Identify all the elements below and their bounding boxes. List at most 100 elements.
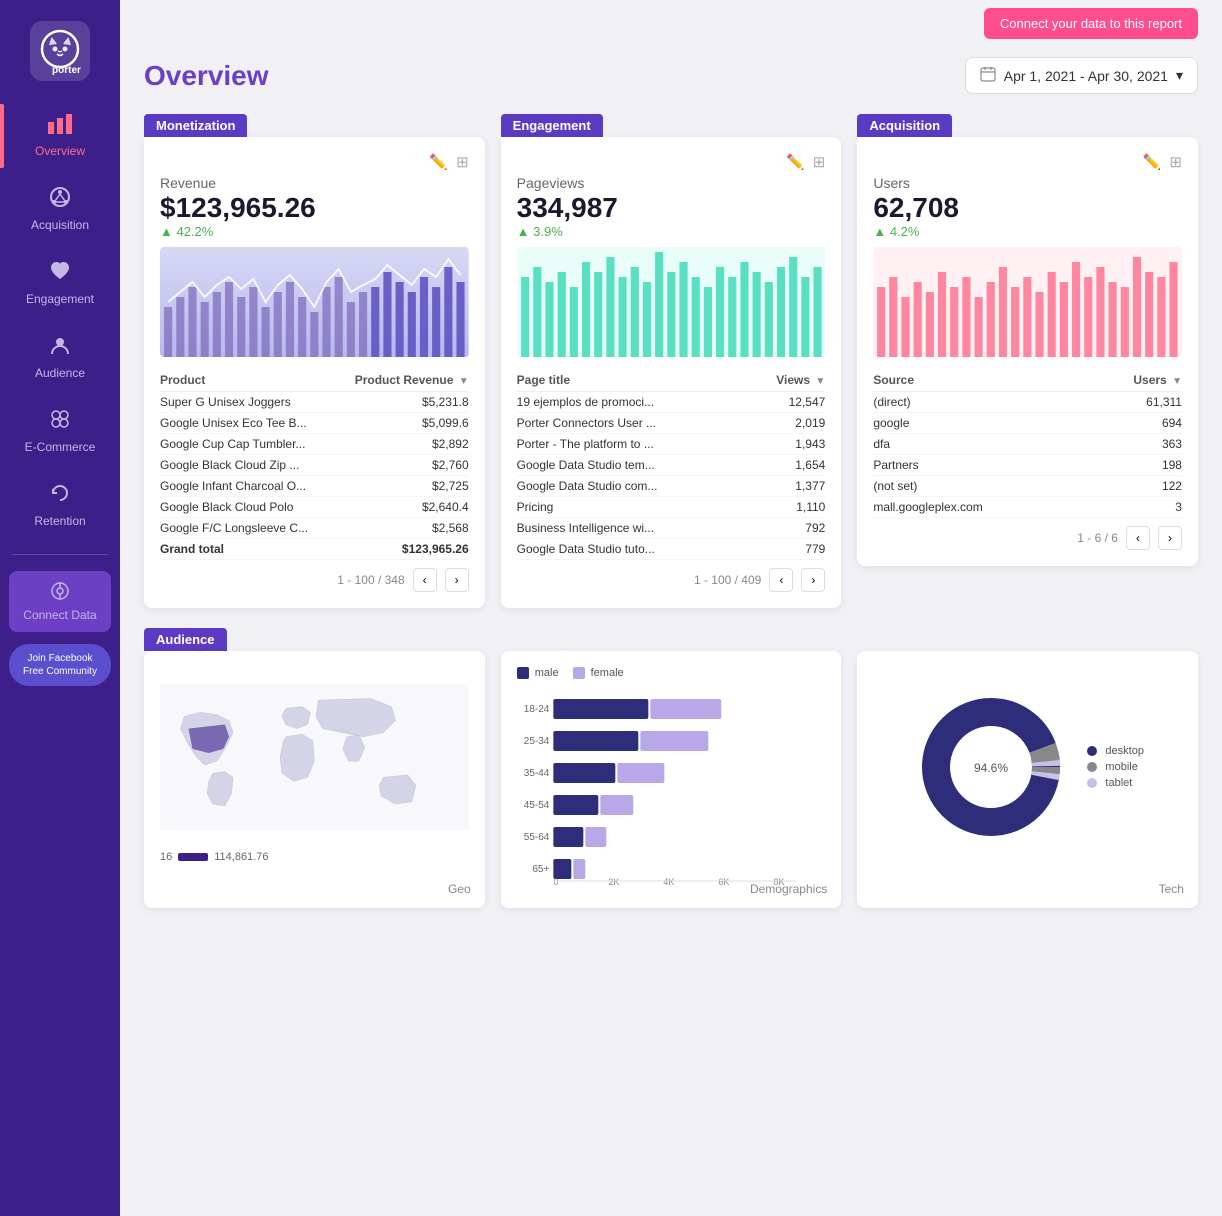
next-btn[interactable]: › xyxy=(801,568,825,592)
logo: porter xyxy=(25,16,95,86)
table-row: Google Cup Cap Tumbler...$2,892 xyxy=(160,433,469,454)
tablet-legend: tablet xyxy=(1087,777,1144,789)
connect-data-item[interactable]: Connect Data xyxy=(9,571,111,632)
users-value: 3 xyxy=(1087,496,1182,517)
metric-change: 4.2% xyxy=(873,224,1182,239)
date-range-text: Apr 1, 2021 - Apr 30, 2021 xyxy=(1004,68,1168,84)
edit-icon[interactable]: ✏️ xyxy=(1143,153,1162,171)
prev-btn[interactable]: ‹ xyxy=(769,568,793,592)
product-revenue: $5,231.8 xyxy=(334,391,468,412)
pagination-text: 1 - 100 / 409 xyxy=(694,573,761,587)
table-row: Google Data Studio tuto...779 xyxy=(517,538,826,559)
table-row: Google F/C Longsleeve C...$2,568 xyxy=(160,517,469,538)
sidebar: porter Overview Acquisition Engagement A… xyxy=(0,0,120,1216)
connect-report-btn[interactable]: Connect your data to this report xyxy=(984,8,1198,39)
acquisition-section: Acquisition ✏️ ⊞ Users 62,708 4.2% xyxy=(857,114,1198,608)
page-name: 19 ejemplos de promoci... xyxy=(517,391,746,412)
table-row: Google Data Studio com...1,377 xyxy=(517,475,826,496)
next-btn[interactable]: › xyxy=(1158,526,1182,550)
users-value: 694 xyxy=(1087,412,1182,433)
grand-total-value: $123,965.26 xyxy=(334,538,468,559)
acquisition-table: Source Users ▼ (direct)61,311google694df… xyxy=(873,369,1182,518)
svg-text:45-54: 45-54 xyxy=(523,800,549,811)
product-revenue: $2,725 xyxy=(334,475,468,496)
page-name: Pricing xyxy=(517,496,746,517)
page-name: Google Data Studio tuto... xyxy=(517,538,746,559)
table-row: Pricing1,110 xyxy=(517,496,826,517)
col-source: Source xyxy=(873,369,1087,392)
source-name: dfa xyxy=(873,433,1087,454)
svg-text:2K: 2K xyxy=(608,877,619,887)
connect-icon xyxy=(50,581,70,604)
svg-text:porter: porter xyxy=(52,65,81,76)
female-dot xyxy=(573,667,585,679)
edit-icon[interactable]: ✏️ xyxy=(786,153,805,171)
acquisition-icon xyxy=(49,186,71,214)
edit-icon[interactable]: ✏️ xyxy=(429,153,448,171)
acquisition-pagination: 1 - 6 / 6 ‹ › xyxy=(873,526,1182,550)
facebook-label: Join Facebook Free Community xyxy=(23,653,97,677)
table-row: Partners198 xyxy=(873,454,1182,475)
metric-value: $123,965.26 xyxy=(160,193,469,224)
table-row: dfa363 xyxy=(873,433,1182,454)
svg-text:0: 0 xyxy=(553,877,558,887)
svg-text:35-44: 35-44 xyxy=(523,768,549,779)
topbar: Overview Apr 1, 2021 - Apr 30, 2021 ▾ xyxy=(120,39,1222,104)
table-row: (not set)122 xyxy=(873,475,1182,496)
source-name: mall.googleplex.com xyxy=(873,496,1087,517)
next-btn[interactable]: › xyxy=(445,568,469,592)
acquisition-section-label: Acquisition xyxy=(857,114,952,137)
page-name: Porter - The platform to ... xyxy=(517,433,746,454)
views-value: 12,547 xyxy=(746,391,826,412)
table-row: Business Intelligence wi...792 xyxy=(517,517,826,538)
table-row: Google Data Studio tem...1,654 xyxy=(517,454,826,475)
prev-btn[interactable]: ‹ xyxy=(1126,526,1150,550)
engagement-icon xyxy=(49,260,71,288)
product-name: Google F/C Longsleeve C... xyxy=(160,517,334,538)
sidebar-item-label: Acquisition xyxy=(31,218,89,232)
tech-chart-area: 94.6% desktop mobile xyxy=(873,667,1182,867)
views-value: 1,943 xyxy=(746,433,826,454)
product-revenue: $2,760 xyxy=(334,454,468,475)
sidebar-divider xyxy=(12,554,108,555)
demographics-card: male female 18-24 25-34 35-44 xyxy=(501,651,842,908)
sidebar-item-label: Engagement xyxy=(26,292,94,306)
sidebar-item-label: Overview xyxy=(35,144,85,158)
monetization-section: Monetization ✏️ ⊞ Revenue $123,965.26 42… xyxy=(144,114,485,608)
sidebar-item-audience[interactable]: Audience xyxy=(0,324,120,390)
product-revenue: $2,640.4 xyxy=(334,496,468,517)
sidebar-item-overview[interactable]: Overview xyxy=(0,104,120,168)
share-icon[interactable]: ⊞ xyxy=(813,153,826,171)
pagination-text: 1 - 100 / 348 xyxy=(337,573,404,587)
sidebar-item-acquisition[interactable]: Acquisition xyxy=(0,176,120,242)
date-picker[interactable]: Apr 1, 2021 - Apr 30, 2021 ▾ xyxy=(965,57,1198,94)
engagement-chart xyxy=(517,247,826,357)
product-name: Super G Unisex Joggers xyxy=(160,391,334,412)
share-icon[interactable]: ⊞ xyxy=(1169,153,1182,171)
prev-btn[interactable]: ‹ xyxy=(413,568,437,592)
mobile-dot xyxy=(1087,762,1097,772)
table-row: 19 ejemplos de promoci...12,547 xyxy=(517,391,826,412)
tech-label: Tech xyxy=(1159,882,1184,896)
svg-text:55-64: 55-64 xyxy=(523,832,549,843)
facebook-community-btn[interactable]: Join Facebook Free Community xyxy=(9,644,111,686)
product-name: Google Unisex Eco Tee B... xyxy=(160,412,334,433)
tech-card: 94.6% desktop mobile xyxy=(857,651,1198,908)
audience-section-label: Audience xyxy=(144,628,227,651)
sidebar-item-retention[interactable]: Retention xyxy=(0,472,120,538)
views-value: 779 xyxy=(746,538,826,559)
users-value: 61,311 xyxy=(1087,391,1182,412)
col-views: Views ▼ xyxy=(746,369,826,392)
source-name: (not set) xyxy=(873,475,1087,496)
svg-text:18-24: 18-24 xyxy=(523,704,549,715)
metric-change: 3.9% xyxy=(517,224,826,239)
table-row: Google Black Cloud Zip ...$2,760 xyxy=(160,454,469,475)
sidebar-item-engagement[interactable]: Engagement xyxy=(0,250,120,316)
col-revenue: Product Revenue ▼ xyxy=(334,369,468,392)
share-icon[interactable]: ⊞ xyxy=(456,153,469,171)
desktop-dot xyxy=(1087,746,1097,756)
monetization-card: ✏️ ⊞ Revenue $123,965.26 42.2% xyxy=(144,137,485,608)
sidebar-item-ecommerce[interactable]: E-Commerce xyxy=(0,398,120,464)
page-name: Google Data Studio com... xyxy=(517,475,746,496)
audience-cards-row: 16 114,861.76 Geo male xyxy=(144,651,1198,908)
